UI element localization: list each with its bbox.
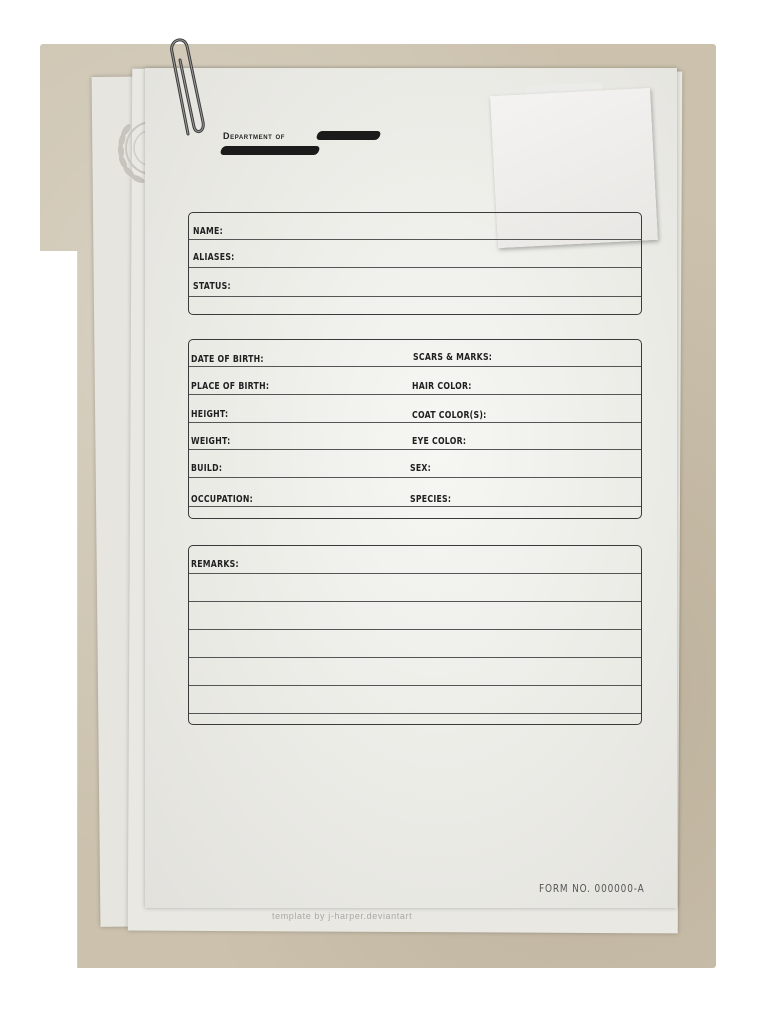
- date-of-birth-label: DATE OF BIRTH:: [191, 354, 264, 365]
- sex-label: SEX:: [410, 463, 432, 474]
- eye-color-label: EYE COLOR:: [412, 436, 467, 447]
- hair-color-label: HAIR COLOR:: [412, 381, 472, 392]
- remarks-label: REMARKS:: [191, 559, 239, 570]
- remarks-row: REMARKS:: [189, 546, 641, 574]
- paperclip-icon: [170, 38, 205, 136]
- identity-box: NAME: ALIASES: STATUS:: [188, 212, 642, 315]
- form-number: FORM NO. 000000-A: [539, 883, 645, 895]
- species-label: SPECIES:: [410, 494, 452, 505]
- aliases-label: ALIASES:: [193, 252, 235, 263]
- status-row: STATUS:: [189, 267, 641, 297]
- remarks-line: [189, 573, 641, 602]
- aliases-row: ALIASES:: [189, 239, 641, 268]
- occupation-label: OCCUPATION:: [191, 494, 253, 505]
- place-of-birth-label: PLACE OF BIRTH:: [191, 381, 270, 392]
- height-label: HEIGHT:: [191, 409, 229, 420]
- remarks-line: [189, 601, 641, 630]
- department-label: Department of: [223, 131, 286, 141]
- name-row: NAME:: [189, 213, 641, 240]
- status-label: STATUS:: [193, 281, 231, 292]
- remarks-line: [189, 685, 641, 714]
- coat-color-label: COAT COLOR(S):: [412, 410, 487, 421]
- redaction-bar: [219, 146, 321, 155]
- details-box: DATE OF BIRTH: PLACE OF BIRTH: HEIGHT: W…: [188, 339, 642, 519]
- scars-marks-label: SCARS & MARKS:: [413, 352, 493, 363]
- build-label: BUILD:: [191, 463, 223, 474]
- redaction-bar: [315, 131, 382, 140]
- weight-label: WEIGHT:: [191, 436, 231, 447]
- remarks-line: [189, 629, 641, 658]
- template-credit: template by j-harper.deviantart: [272, 911, 413, 921]
- remarks-line: [189, 657, 641, 686]
- remarks-box: REMARKS:: [188, 545, 642, 725]
- name-label: NAME:: [193, 226, 223, 237]
